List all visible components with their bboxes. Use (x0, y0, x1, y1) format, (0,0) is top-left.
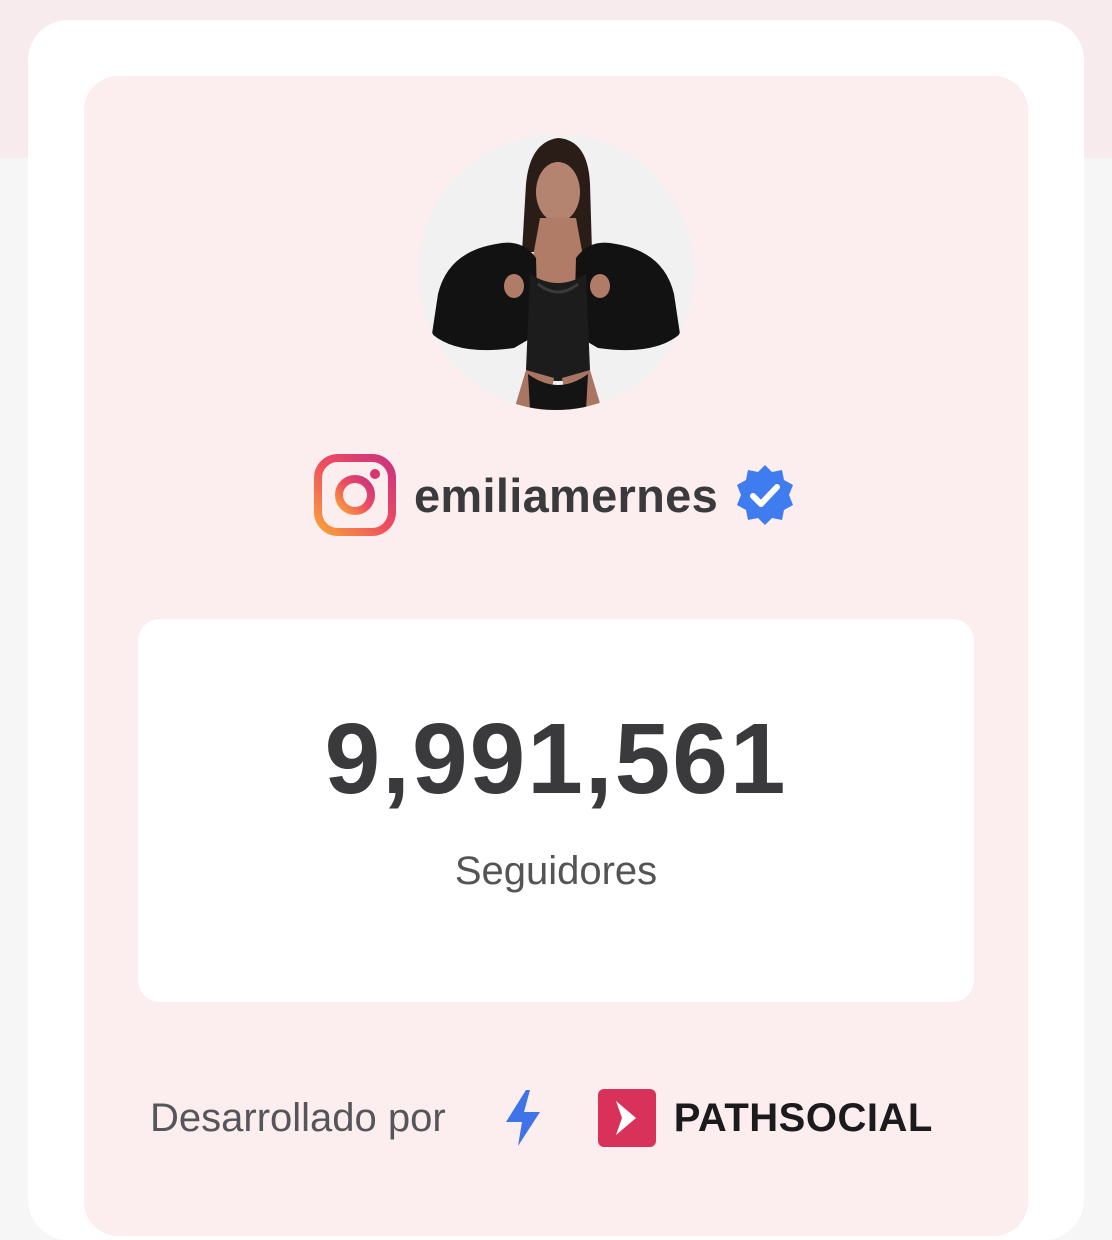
followers-count: 9,991,561 (324, 703, 788, 815)
pathsocial-logo-icon[interactable] (597, 1089, 656, 1147)
profile-handle-row: emiliamernes (0, 452, 1112, 538)
lightning-bolt-icon (505, 1090, 540, 1146)
followers-label: Seguidores (454, 849, 658, 893)
profile-avatar (418, 134, 694, 410)
powered-by-footer: Desarrollado por PATHSOCIAL (150, 1086, 970, 1150)
pathsocial-brand-link[interactable]: PATHSOCIAL (674, 1096, 933, 1141)
instagram-icon (313, 454, 396, 536)
followers-card: 9,991,561 Seguidores (138, 619, 974, 1002)
username: emiliamernes (413, 468, 719, 522)
powered-by-label: Desarrollado por (150, 1095, 446, 1140)
verified-badge-icon (737, 465, 794, 525)
